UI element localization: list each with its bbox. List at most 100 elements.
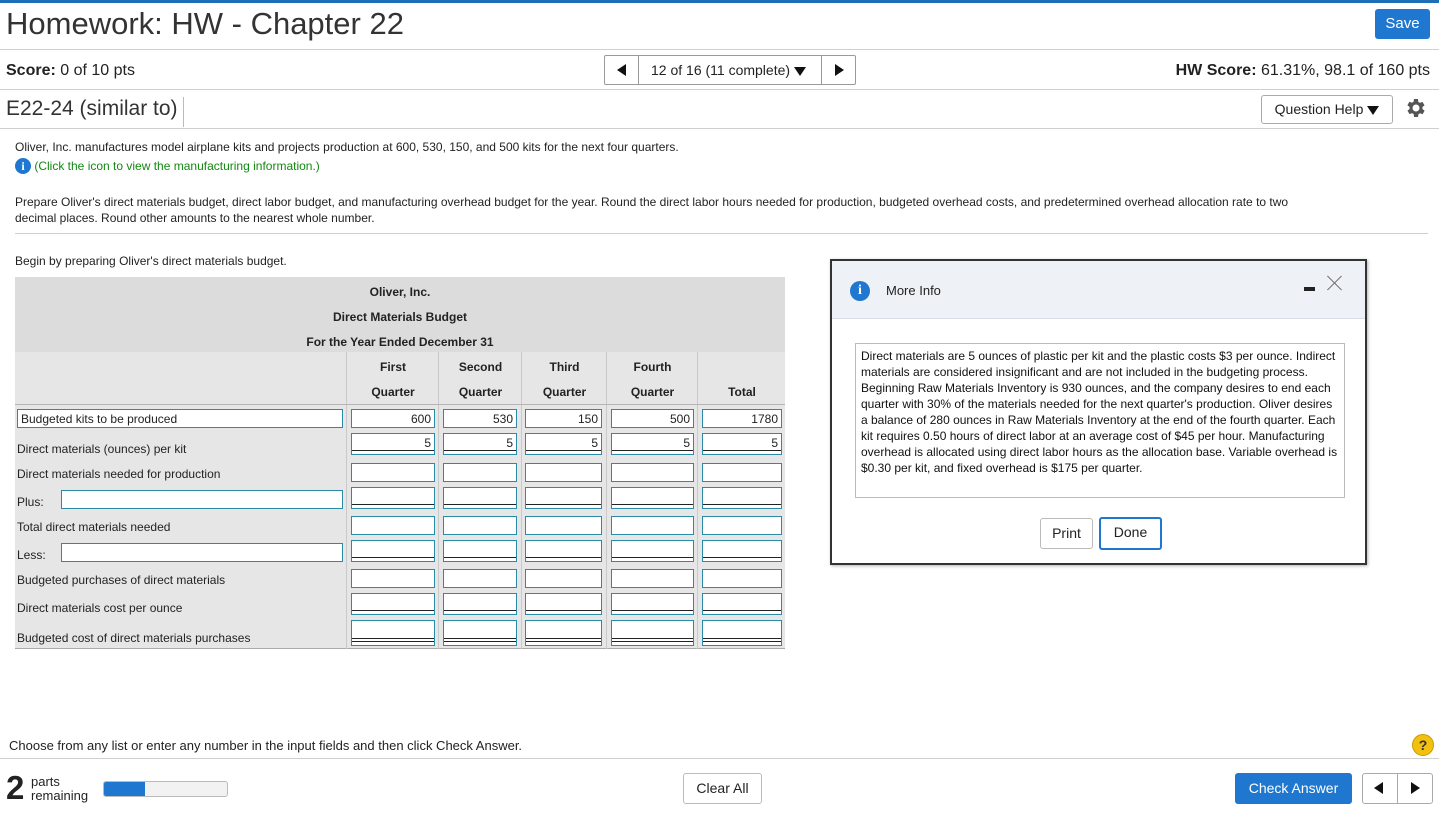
budget-cell[interactable] [443, 593, 517, 615]
budget-cell[interactable] [443, 569, 517, 588]
dropdown-arrow-icon [1367, 105, 1380, 115]
column-separator [697, 352, 698, 649]
budget-cell[interactable] [611, 516, 694, 535]
budget-title: Direct Materials Budget [332, 310, 468, 324]
parts-progress-bar [103, 781, 228, 797]
row-label-input[interactable]: Budgeted kits to be produced [17, 409, 343, 428]
budget-cell[interactable] [351, 540, 435, 562]
info-link[interactable]: i (Click the icon to view the manufactur… [15, 158, 320, 174]
previous-part-button[interactable] [1363, 774, 1398, 803]
budget-cell[interactable]: 5 [351, 433, 435, 455]
budget-cell[interactable] [611, 540, 694, 562]
budget-company: Oliver, Inc. [369, 285, 431, 299]
instructions-line-2: decimal places. Round other amounts to t… [15, 211, 375, 225]
budget-cell[interactable]: 5 [611, 433, 694, 455]
budget-cell[interactable] [443, 516, 517, 535]
budget-cell[interactable] [443, 487, 517, 509]
budget-cell[interactable] [702, 540, 782, 562]
arrow-left-icon [617, 64, 626, 76]
table-bottom-border [15, 648, 785, 649]
budget-cell[interactable]: 5 [702, 433, 782, 455]
dropdown-arrow-icon [794, 66, 807, 76]
budget-cell[interactable]: 5 [443, 433, 517, 455]
column-separator [346, 352, 347, 649]
budget-cell[interactable] [611, 620, 694, 646]
help-icon[interactable]: ? [1412, 734, 1434, 756]
budget-cell[interactable] [611, 463, 694, 482]
arrow-right-icon [1411, 782, 1420, 794]
dialog-body-text: Direct materials are 5 ounces of plastic… [855, 343, 1345, 498]
budget-cell[interactable] [702, 487, 782, 509]
column-header-fourth: Fourth [633, 360, 672, 374]
question-selector[interactable]: 12 of 16 (11 complete) [651, 62, 807, 78]
arrow-right-icon [835, 64, 844, 76]
budget-cell[interactable] [525, 620, 602, 646]
budget-cell[interactable] [351, 593, 435, 615]
budget-cell[interactable] [525, 569, 602, 588]
question-help-button[interactable]: Question Help [1261, 95, 1393, 124]
budget-cell[interactable]: 150 [525, 409, 602, 428]
budget-cell[interactable] [351, 516, 435, 535]
budget-cell[interactable] [611, 569, 694, 588]
column-header-third: Third [549, 360, 580, 374]
question-pager: 12 of 16 (11 complete) [604, 55, 856, 85]
budget-cell[interactable] [702, 593, 782, 615]
save-button[interactable]: Save [1375, 9, 1430, 39]
budget-cell[interactable]: 5 [525, 433, 602, 455]
plus-label-input[interactable] [61, 490, 343, 509]
close-icon[interactable] [1326, 274, 1344, 292]
divider [0, 128, 1439, 129]
divider [0, 89, 1439, 90]
less-label-input[interactable] [61, 543, 343, 562]
check-answer-button[interactable]: Check Answer [1235, 773, 1352, 804]
budget-cell[interactable] [611, 593, 694, 615]
header-rule [15, 404, 785, 405]
begin-instruction: Begin by preparing Oliver's direct mater… [15, 254, 287, 268]
budget-cell[interactable] [525, 463, 602, 482]
instructions-line-1: Prepare Oliver's direct materials budget… [15, 195, 1289, 209]
budget-cell[interactable] [351, 569, 435, 588]
row-label-plus: Plus: [17, 495, 44, 509]
budget-cell[interactable] [525, 516, 602, 535]
next-question-button[interactable] [821, 56, 855, 84]
budget-cell[interactable] [702, 569, 782, 588]
column-subheader: Quarter [371, 385, 415, 399]
budget-cell[interactable] [443, 620, 517, 646]
budget-cell[interactable] [525, 487, 602, 509]
top-accent-bar [0, 0, 1439, 3]
budget-cell[interactable]: 530 [443, 409, 517, 428]
page-title: Homework: HW - Chapter 22 [6, 6, 404, 41]
parts-remaining-label: parts remaining [31, 774, 89, 803]
divider [15, 233, 1428, 234]
more-info-dialog: i More Info Direct materials are 5 ounce… [830, 259, 1367, 565]
budget-cell[interactable] [525, 540, 602, 562]
column-header-total: Total [728, 385, 756, 399]
arrow-left-icon [1374, 782, 1383, 794]
budget-cell[interactable] [351, 620, 435, 646]
budget-cell[interactable] [351, 463, 435, 482]
budget-cell[interactable] [611, 487, 694, 509]
gear-icon[interactable] [1404, 96, 1428, 120]
budget-cell[interactable] [525, 593, 602, 615]
done-button[interactable]: Done [1099, 517, 1162, 550]
budget-cell[interactable] [702, 516, 782, 535]
next-part-button[interactable] [1398, 774, 1433, 803]
budget-cell[interactable]: 1780 [702, 409, 782, 428]
row-label: Direct materials cost per ounce [17, 601, 183, 615]
budget-cell[interactable]: 600 [351, 409, 435, 428]
budget-cell[interactable] [443, 540, 517, 562]
minimize-icon[interactable] [1304, 287, 1315, 291]
info-icon[interactable]: i [15, 158, 31, 174]
info-icon: i [850, 281, 870, 301]
clear-all-button[interactable]: Clear All [683, 773, 762, 804]
budget-cell[interactable]: 500 [611, 409, 694, 428]
column-subheader: Quarter [630, 385, 675, 399]
previous-question-button[interactable] [605, 56, 639, 84]
column-separator [606, 352, 607, 649]
budget-cell[interactable] [702, 463, 782, 482]
divider [0, 49, 1439, 50]
print-button[interactable]: Print [1040, 518, 1093, 549]
budget-cell[interactable] [443, 463, 517, 482]
budget-cell[interactable] [351, 487, 435, 509]
budget-cell[interactable] [702, 620, 782, 646]
